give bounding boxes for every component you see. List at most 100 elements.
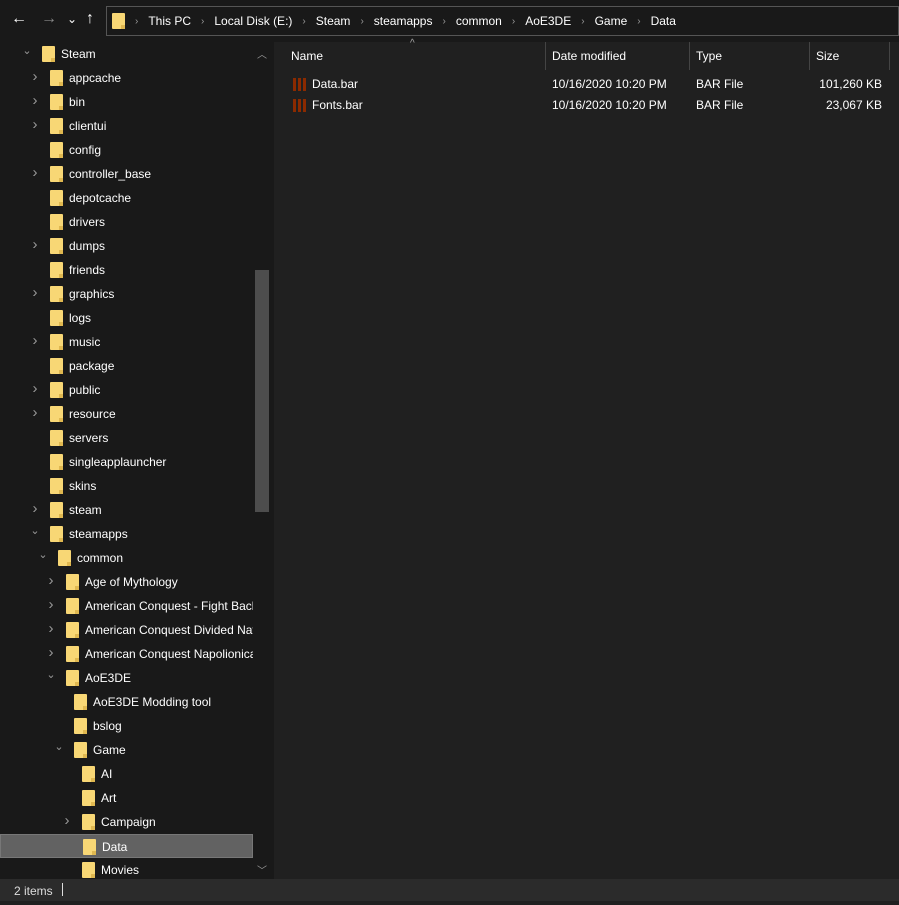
tree-item[interactable]: › graphics xyxy=(0,282,253,306)
chevron-down-icon[interactable]: ⌄ xyxy=(38,548,48,561)
tree-item[interactable]: singleapplauncher xyxy=(0,450,253,474)
chevron-down-icon[interactable]: ⌄ xyxy=(54,740,64,753)
chevron-right-icon[interactable]: › xyxy=(30,284,40,301)
breadcrumb-separator-icon[interactable]: › xyxy=(512,16,515,27)
tree-item[interactable]: package xyxy=(0,354,253,378)
folder-icon xyxy=(112,13,125,29)
chevron-right-icon[interactable]: › xyxy=(30,404,40,421)
chevron-right-icon[interactable]: › xyxy=(46,644,56,661)
chevron-right-icon[interactable]: › xyxy=(30,116,40,133)
tree-item[interactable]: › steam xyxy=(0,498,253,522)
column-header-size[interactable]: Size xyxy=(810,42,890,70)
breadcrumb-separator-icon[interactable]: › xyxy=(135,16,138,27)
folder-icon xyxy=(66,574,79,590)
chevron-right-icon[interactable]: › xyxy=(46,596,56,613)
folder-icon xyxy=(58,550,71,566)
tree-item[interactable]: ⌄ Game xyxy=(0,738,253,762)
tree-item[interactable]: ⌄ steamapps xyxy=(0,522,253,546)
forward-button[interactable]: → xyxy=(41,10,57,28)
breadcrumb-item[interactable]: Steam xyxy=(316,14,351,28)
tree-item-label: resource xyxy=(69,407,116,421)
tree-item[interactable]: › controller_base xyxy=(0,162,253,186)
chevron-right-icon[interactable]: › xyxy=(30,380,40,397)
folder-icon xyxy=(82,862,95,878)
column-header-date[interactable]: Date modified xyxy=(546,42,690,70)
column-header-name[interactable]: Name xyxy=(285,42,546,70)
tree-item[interactable]: Movies xyxy=(0,858,253,879)
tree-item[interactable]: friends xyxy=(0,258,253,282)
tree-item[interactable]: › American Conquest - Fight Back xyxy=(0,594,253,618)
folder-icon xyxy=(50,502,63,518)
column-header-type[interactable]: Type xyxy=(690,42,810,70)
breadcrumb-item[interactable]: common xyxy=(456,14,502,28)
chevron-right-icon[interactable]: › xyxy=(30,92,40,109)
scroll-up-arrow-icon[interactable]: ︿ xyxy=(257,46,267,61)
folder-icon xyxy=(82,814,95,830)
tree-item[interactable]: AoE3DE Modding tool xyxy=(0,690,253,714)
up-button[interactable]: ↑ xyxy=(86,10,94,28)
status-bar: 2 items xyxy=(0,879,899,901)
chevron-down-icon[interactable]: ⌄ xyxy=(46,668,56,681)
chevron-down-icon[interactable]: ⌄ xyxy=(22,44,32,57)
tree-item[interactable]: › Campaign xyxy=(0,810,253,834)
chevron-right-icon[interactable]: › xyxy=(30,500,40,517)
tree-item[interactable]: config xyxy=(0,138,253,162)
chevron-right-icon[interactable]: › xyxy=(30,332,40,349)
chevron-right-icon[interactable]: › xyxy=(46,620,56,637)
breadcrumb-separator-icon[interactable]: › xyxy=(360,16,363,27)
breadcrumb-separator-icon[interactable]: › xyxy=(302,16,305,27)
breadcrumb-separator-icon[interactable]: › xyxy=(581,16,584,27)
tree-item[interactable]: Art xyxy=(0,786,253,810)
tree-item[interactable]: › public xyxy=(0,378,253,402)
folder-icon xyxy=(66,670,79,686)
tree-item[interactable]: › resource xyxy=(0,402,253,426)
scroll-down-arrow-icon[interactable]: ﹀ xyxy=(257,862,267,877)
tree-item[interactable]: ⌄ Steam xyxy=(0,42,253,66)
chevron-right-icon[interactable]: › xyxy=(30,164,40,181)
tree-item[interactable]: › American Conquest Napolionica xyxy=(0,642,253,666)
tree-item[interactable]: Data xyxy=(0,834,253,858)
chevron-right-icon[interactable]: › xyxy=(30,68,40,85)
chevron-right-icon[interactable]: › xyxy=(46,572,56,589)
breadcrumb-separator-icon[interactable]: › xyxy=(201,16,204,27)
breadcrumb-item[interactable]: steamapps xyxy=(374,14,433,28)
tree-item[interactable]: › bin xyxy=(0,90,253,114)
breadcrumb-item[interactable]: AoE3DE xyxy=(525,14,571,28)
navigation-scrollbar[interactable]: ︿ ﹀ xyxy=(255,42,270,879)
breadcrumb-item[interactable]: Data xyxy=(651,14,676,28)
tree-item[interactable]: depotcache xyxy=(0,186,253,210)
breadcrumb-separator-icon[interactable]: › xyxy=(442,16,445,27)
file-row[interactable]: Data.bar 10/16/2020 10:20 PM BAR File 101,2… xyxy=(274,74,899,95)
chevron-down-icon[interactable]: ⌄ xyxy=(30,524,40,537)
tree-item[interactable]: › appcache xyxy=(0,66,253,90)
tree-item[interactable]: ⌄ AoE3DE xyxy=(0,666,253,690)
file-row[interactable]: Fonts.bar 10/16/2020 10:20 PM BAR File 23,0… xyxy=(274,95,899,116)
tree-item[interactable]: › clientui xyxy=(0,114,253,138)
file-list: ^ Name Date modified Type Size Data.bar 1… xyxy=(274,38,899,879)
tree-item[interactable]: bslog xyxy=(0,714,253,738)
back-button[interactable]: ← xyxy=(11,10,27,28)
tree-item-label: Game xyxy=(93,743,126,757)
recent-locations-button[interactable]: ⌄ xyxy=(67,12,77,26)
breadcrumb-item[interactable]: This PC xyxy=(148,14,191,28)
tree-item[interactable]: › Age of Mythology xyxy=(0,570,253,594)
tree-item[interactable]: › American Conquest Divided Nat xyxy=(0,618,253,642)
tree-item[interactable]: skins xyxy=(0,474,253,498)
tree-item[interactable]: ⌄ common xyxy=(0,546,253,570)
breadcrumb-item[interactable]: Game xyxy=(595,14,628,28)
breadcrumb-separator-icon[interactable]: › xyxy=(637,16,640,27)
address-bar[interactable]: › This PC › Local Disk (E:) › Steam › steamapps… xyxy=(106,6,899,36)
tree-item-label: graphics xyxy=(69,287,115,301)
tree-item[interactable]: › dumps xyxy=(0,234,253,258)
tree-item[interactable]: › music xyxy=(0,330,253,354)
tree-item-label: depotcache xyxy=(69,191,132,205)
folder-icon xyxy=(42,46,55,62)
chevron-right-icon[interactable]: › xyxy=(30,236,40,253)
tree-item[interactable]: drivers xyxy=(0,210,253,234)
tree-item[interactable]: logs xyxy=(0,306,253,330)
tree-item[interactable]: AI xyxy=(0,762,253,786)
tree-item[interactable]: servers xyxy=(0,426,253,450)
scrollbar-thumb[interactable] xyxy=(255,270,269,512)
chevron-right-icon[interactable]: › xyxy=(62,812,72,829)
breadcrumb-item[interactable]: Local Disk (E:) xyxy=(214,14,292,28)
